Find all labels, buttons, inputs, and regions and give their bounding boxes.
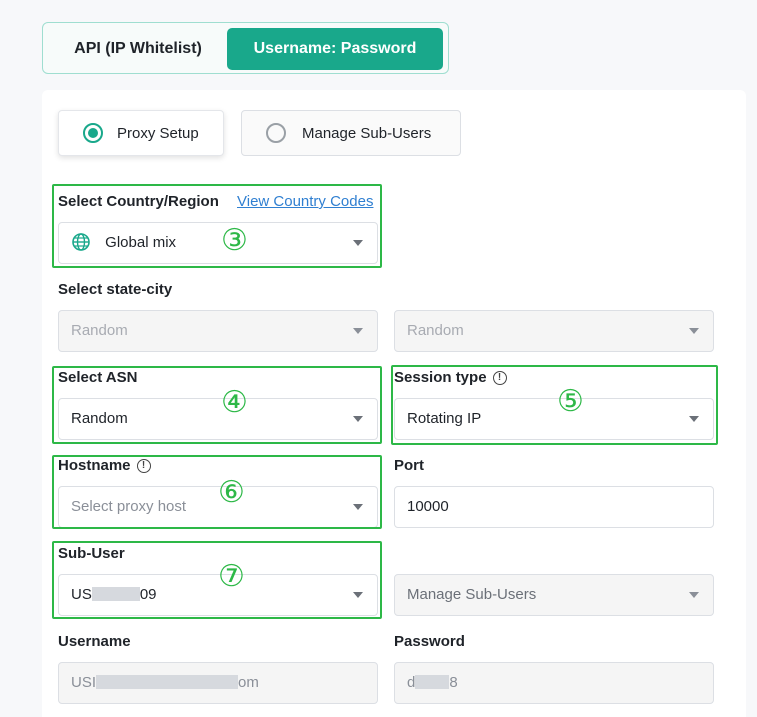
radio-selected-icon bbox=[83, 123, 103, 143]
state-select[interactable]: Random bbox=[58, 310, 378, 352]
password-field[interactable]: d8 bbox=[394, 662, 714, 704]
tab-username-password[interactable]: Username: Password bbox=[227, 28, 443, 70]
redacted-mask bbox=[415, 674, 450, 689]
auth-method-tabs: API (IP Whitelist) Username: Password bbox=[42, 22, 449, 74]
manage-subusers-select-label: Manage Sub-Users bbox=[407, 586, 537, 603]
username-prefix: USI bbox=[71, 674, 97, 691]
annotation-number-5: ⑤ bbox=[557, 384, 584, 419]
city-value: Random bbox=[407, 322, 464, 339]
tab-api-whitelist[interactable]: API (IP Whitelist) bbox=[49, 28, 227, 70]
manage-subusers-label: Manage Sub-Users bbox=[302, 124, 432, 142]
state-value: Random bbox=[71, 322, 128, 339]
chevron-down-icon bbox=[689, 328, 699, 334]
manage-subusers-select[interactable]: Manage Sub-Users bbox=[394, 574, 714, 616]
annotation-box-6 bbox=[52, 455, 382, 529]
password-suffix: 8 bbox=[449, 674, 458, 691]
chevron-down-icon bbox=[353, 328, 363, 334]
redacted-mask bbox=[96, 674, 239, 689]
annotation-box-3 bbox=[52, 184, 382, 268]
annotation-box-4 bbox=[52, 366, 382, 444]
username-field[interactable]: USI om bbox=[58, 662, 378, 704]
manage-subusers-option[interactable]: Manage Sub-Users bbox=[241, 110, 461, 156]
password-label: Password bbox=[394, 633, 465, 650]
chevron-down-icon bbox=[689, 592, 699, 598]
state-city-label: Select state-city bbox=[58, 281, 173, 298]
annotation-number-7: ⑦ bbox=[218, 559, 245, 594]
port-input[interactable]: 10000 bbox=[394, 486, 714, 528]
username-label: Username bbox=[58, 633, 131, 650]
annotation-number-3: ③ bbox=[221, 223, 248, 258]
city-select[interactable]: Random bbox=[394, 310, 714, 352]
annotation-box-7 bbox=[52, 541, 382, 619]
proxy-setup-label: Proxy Setup bbox=[117, 124, 199, 142]
annotation-box-5 bbox=[391, 365, 718, 445]
radio-unselected-icon bbox=[266, 123, 286, 143]
password-prefix: d bbox=[407, 674, 416, 691]
annotation-number-4: ④ bbox=[221, 385, 248, 420]
port-label: Port bbox=[394, 457, 424, 474]
port-value: 10000 bbox=[407, 498, 449, 515]
proxy-setup-option[interactable]: Proxy Setup bbox=[58, 110, 224, 156]
annotation-number-6: ⑥ bbox=[218, 475, 245, 510]
username-suffix: om bbox=[238, 674, 259, 691]
